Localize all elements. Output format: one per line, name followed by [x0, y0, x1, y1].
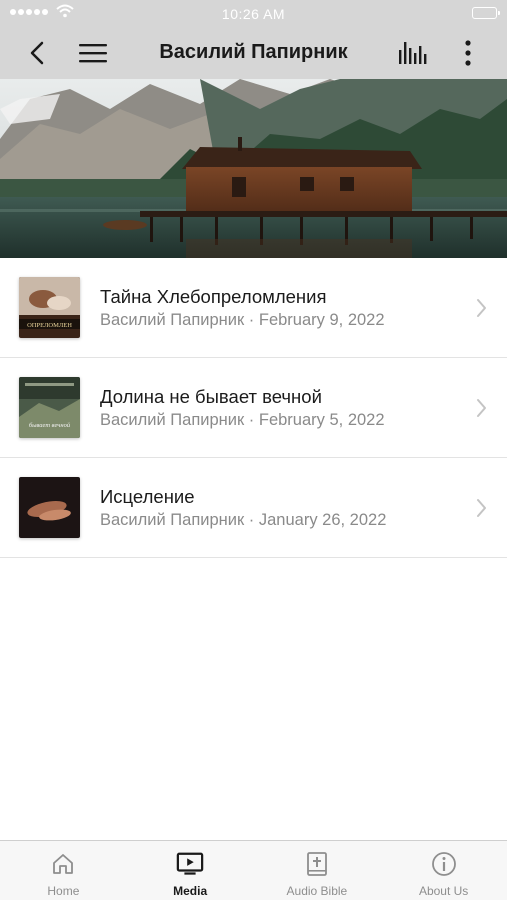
- battery-icon: [472, 7, 500, 19]
- thumbnail-caption: бывает вечной: [29, 422, 71, 429]
- item-title: Тайна Хлебопреломления: [100, 286, 327, 307]
- list-item[interactable]: Исцеление Василий Папирник · January 26,…: [0, 458, 507, 558]
- item-subtitle: Василий Папирник · February 5, 2022: [100, 411, 385, 429]
- home-icon: [49, 851, 77, 877]
- tab-bar: Home Media Audio Bible About Us: [0, 840, 507, 900]
- item-subtitle: Василий Папирник · January 26, 2022: [100, 511, 387, 529]
- thumbnail: [19, 477, 80, 538]
- list-item[interactable]: ОПРЕЛОМЛЕН Тайна Хлебопреломления Васили…: [0, 258, 507, 358]
- menu-button[interactable]: [76, 26, 110, 79]
- info-icon: [430, 851, 458, 877]
- tab-about-us[interactable]: About Us: [380, 841, 507, 900]
- nav-bar: Василий Папирник: [0, 26, 507, 79]
- list-item[interactable]: бывает вечной Долина не бывает вечной Ва…: [0, 358, 507, 458]
- thumbnail-caption: ОПРЕЛОМЛЕН: [27, 322, 72, 329]
- tab-home[interactable]: Home: [0, 841, 127, 900]
- status-time: 10:26 AM: [221, 6, 286, 22]
- status-bar: 10:26 AM: [0, 0, 507, 26]
- thumbnail: ОПРЕЛОМЛЕН: [19, 277, 80, 338]
- bible-icon: [303, 851, 331, 877]
- tab-label: Media: [173, 884, 208, 898]
- audio-levels-button[interactable]: [396, 26, 432, 79]
- more-vertical-icon: [465, 39, 471, 66]
- item-subtitle: Василий Папирник · February 9, 2022: [100, 311, 385, 329]
- tab-label: About Us: [418, 884, 469, 898]
- tab-media[interactable]: Media: [127, 841, 254, 900]
- hero-banner-image: [0, 79, 507, 258]
- more-options-button[interactable]: [454, 26, 482, 79]
- hamburger-menu-icon: [79, 43, 107, 62]
- item-title: Долина не бывает вечной: [100, 386, 322, 407]
- tab-audio-bible[interactable]: Audio Bible: [254, 841, 381, 900]
- audio-levels-icon: [399, 41, 427, 64]
- item-title: Исцеление: [100, 486, 195, 507]
- back-button[interactable]: [22, 26, 52, 79]
- tab-label: Audio Bible: [286, 884, 348, 898]
- tab-label: Home: [47, 884, 80, 898]
- thumbnail: бывает вечной: [19, 377, 80, 438]
- media-list: ОПРЕЛОМЛЕН Тайна Хлебопреломления Васили…: [0, 258, 507, 558]
- chevron-right-icon: [477, 299, 486, 317]
- media-tv-icon: [176, 851, 204, 877]
- chevron-right-icon: [477, 499, 486, 517]
- chevron-left-icon: [30, 41, 44, 64]
- chevron-right-icon: [477, 399, 486, 417]
- page-title: Василий Папирник: [159, 41, 348, 63]
